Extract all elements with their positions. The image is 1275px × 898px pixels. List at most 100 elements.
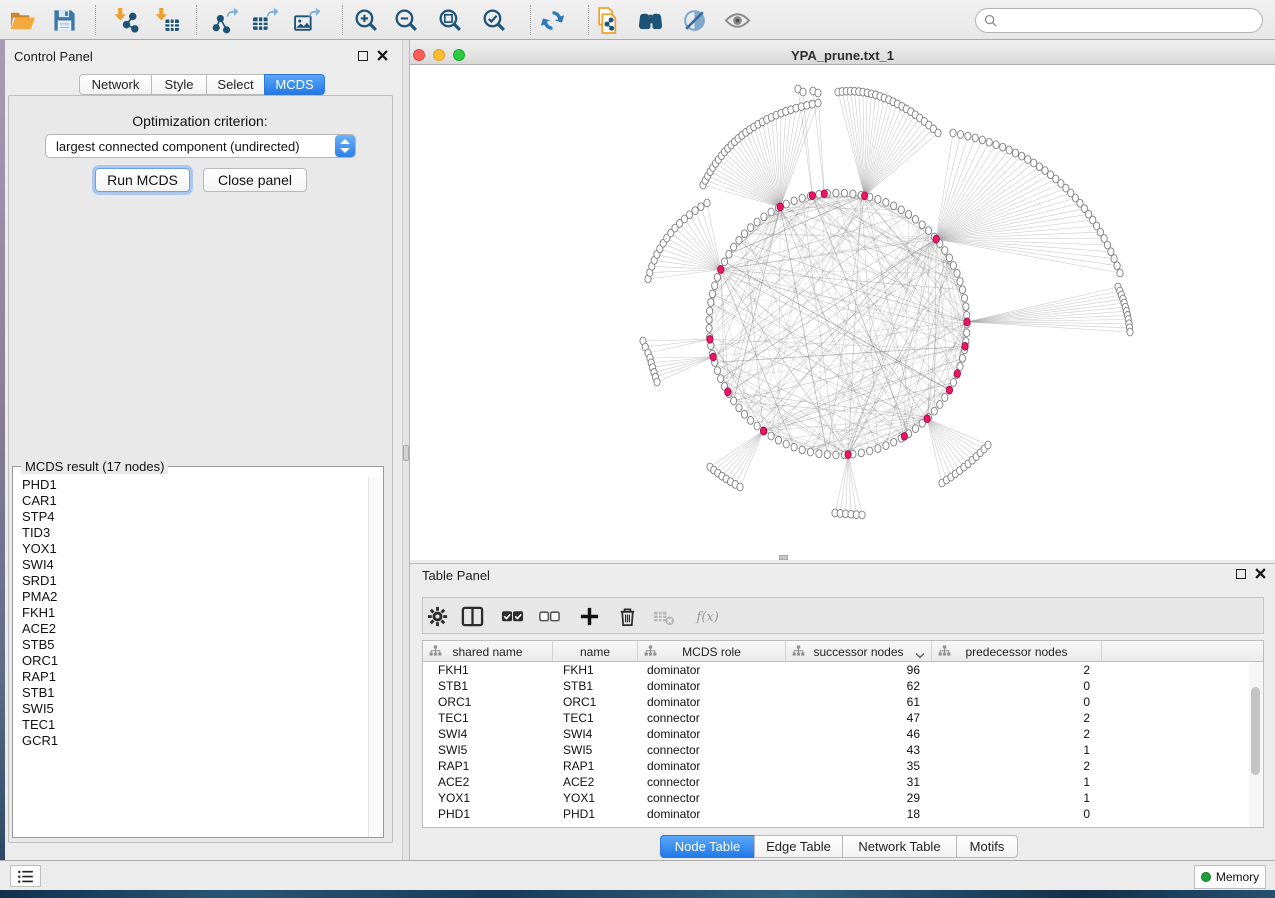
mcds-result-item[interactable]: SWI5 [14, 701, 369, 717]
memory-button[interactable]: Memory [1194, 865, 1266, 889]
mcds-result-item[interactable]: ACE2 [14, 621, 369, 637]
mcds-result-item[interactable]: PMA2 [14, 589, 369, 605]
close-icon[interactable] [377, 50, 388, 61]
table-cell: 2 [932, 726, 1102, 742]
tab-style[interactable]: Style [151, 74, 206, 95]
float-window-icon[interactable] [358, 51, 368, 61]
node-table-body: FKH1FKH1dominator962STB1STB1dominator620… [423, 662, 1251, 822]
show-graphics-icon[interactable] [721, 4, 753, 36]
mcds-result-item[interactable]: SRD1 [14, 573, 369, 589]
mcds-result-item[interactable]: CAR1 [14, 493, 369, 509]
zoom-in-icon[interactable] [350, 4, 382, 36]
tab-network[interactable]: Network [79, 74, 151, 95]
column-header-label: predecessor nodes [965, 645, 1067, 659]
zoom-fit-icon[interactable] [434, 4, 466, 36]
table-row[interactable]: SWI4SWI4dominator462 [423, 726, 1251, 742]
table-row[interactable]: SWI5SWI5connector431 [423, 742, 1251, 758]
mcds-result-item[interactable]: YOX1 [14, 541, 369, 557]
status-bar [0, 860, 1275, 890]
column-header-predecessor-nodes[interactable]: predecessor nodes [932, 641, 1102, 662]
export-image-icon[interactable] [290, 4, 322, 36]
settings-gear-icon[interactable] [424, 603, 450, 629]
delete-column-icon[interactable] [614, 603, 640, 629]
table-scrollbar-thumb[interactable] [1251, 687, 1260, 775]
node-table: shared namenameMCDS role successor nodes p… [422, 640, 1264, 828]
table-cell: dominator [638, 662, 786, 678]
table-cell: 35 [786, 758, 932, 774]
import-network-icon[interactable] [110, 4, 142, 36]
mcds-result-box: MCDS result (17 nodes) PHD1CAR1STP4TID3Y… [12, 466, 384, 838]
splitter-handle[interactable] [403, 445, 409, 461]
tab-select[interactable]: Select [206, 74, 264, 95]
toolbar-separator [588, 5, 589, 35]
search-input[interactable] [1002, 11, 1262, 31]
mcds-result-item[interactable]: GCR1 [14, 733, 369, 749]
table-cell: ACE2 [423, 774, 553, 790]
table-cell: 1 [932, 790, 1102, 806]
mcds-result-item[interactable]: STP4 [14, 509, 369, 525]
table-cell: YOX1 [553, 790, 638, 806]
table-cell: 46 [786, 726, 932, 742]
tab-network-table[interactable]: Network Table [842, 835, 956, 858]
zoom-selected-icon[interactable] [478, 4, 510, 36]
mcds-result-item[interactable]: PHD1 [14, 477, 369, 493]
optimization-criterion-select[interactable]: largest connected component (undirected) [45, 134, 356, 158]
tab-motifs[interactable]: Motifs [956, 835, 1018, 858]
column-header-name[interactable]: name [553, 641, 638, 662]
table-row[interactable]: TEC1TEC1connector472 [423, 710, 1251, 726]
task-history-button[interactable] [10, 865, 41, 887]
float-window-icon[interactable] [1236, 569, 1246, 579]
network-graph[interactable] [410, 65, 1275, 560]
run-mcds-button[interactable]: Run MCDS [95, 168, 190, 192]
horizontal-splitter-handle[interactable] [779, 555, 788, 560]
mcds-result-item[interactable]: SWI4 [14, 557, 369, 573]
table-row[interactable]: RAP1RAP1dominator352 [423, 758, 1251, 774]
export-network-icon[interactable] [208, 4, 240, 36]
table-scrollbar[interactable] [1249, 663, 1262, 827]
table-row[interactable]: ACE2ACE2connector311 [423, 774, 1251, 790]
column-header-filler [1102, 641, 1251, 662]
column-header-MCDS-role[interactable]: MCDS role [638, 641, 786, 662]
close-icon[interactable] [1255, 568, 1266, 579]
select-all-icon[interactable] [499, 603, 525, 629]
mcds-result-item[interactable]: FKH1 [14, 605, 369, 621]
mcds-result-item[interactable]: STB1 [14, 685, 369, 701]
search-box[interactable] [975, 8, 1263, 33]
column-header-shared-name[interactable]: shared name [423, 641, 553, 662]
table-cell: 47 [786, 710, 932, 726]
save-session-icon[interactable] [48, 4, 80, 36]
table-cell: 2 [932, 710, 1102, 726]
hide-style-icon[interactable] [678, 4, 710, 36]
tab-mcds[interactable]: MCDS [264, 74, 325, 95]
split-view-icon[interactable] [459, 603, 485, 629]
mcds-result-item[interactable]: RAP1 [14, 669, 369, 685]
table-panel-title: Table Panel [422, 568, 490, 583]
mcds-result-item[interactable]: ORC1 [14, 653, 369, 669]
mcds-result-scrollbar[interactable] [368, 477, 382, 837]
deselect-all-icon[interactable] [536, 603, 562, 629]
add-column-icon[interactable] [576, 603, 602, 629]
search-network-icon[interactable] [634, 4, 666, 36]
export-table-icon[interactable] [248, 4, 280, 36]
open-file-icon[interactable] [6, 4, 38, 36]
mcds-result-item[interactable]: TID3 [14, 525, 369, 541]
zoom-out-icon[interactable] [390, 4, 422, 36]
table-row[interactable]: YOX1YOX1connector291 [423, 790, 1251, 806]
tab-edge-table[interactable]: Edge Table [754, 835, 842, 858]
close-panel-button[interactable]: Close panel [203, 168, 307, 192]
table-row[interactable]: ORC1ORC1dominator610 [423, 694, 1251, 710]
import-table-icon[interactable] [151, 4, 183, 36]
tab-node-table[interactable]: Node Table [660, 835, 754, 858]
refresh-layout-icon[interactable] [536, 4, 568, 36]
mcds-result-item[interactable]: TEC1 [14, 717, 369, 733]
share-document-icon[interactable] [591, 4, 623, 36]
column-header-successor-nodes[interactable]: successor nodes [786, 641, 932, 662]
column-header-label: successor nodes [813, 645, 903, 659]
table-row[interactable]: STB1STB1dominator620 [423, 678, 1251, 694]
mcds-result-item[interactable]: STB5 [14, 637, 369, 653]
memory-label: Memory [1216, 870, 1259, 884]
table-cell: 2 [932, 662, 1102, 678]
table-cell: connector [638, 742, 786, 758]
table-row[interactable]: PHD1PHD1dominator180 [423, 806, 1251, 822]
table-row[interactable]: FKH1FKH1dominator962 [423, 662, 1251, 678]
